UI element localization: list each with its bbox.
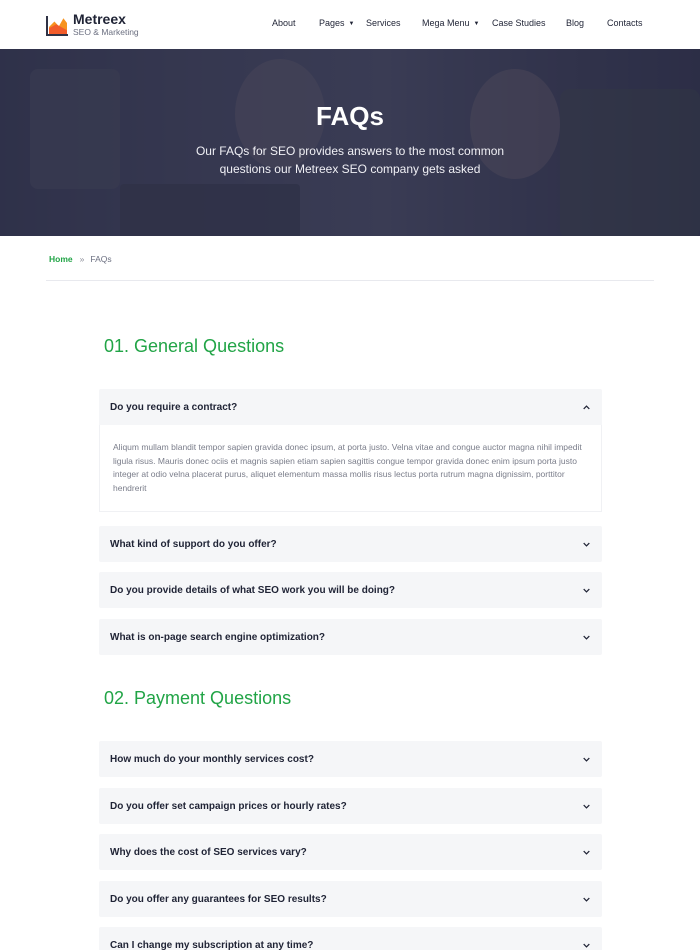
faq-item: Do you provide details of what SEO work …	[99, 572, 602, 608]
faq-answer: Aliqum mullam blandit tempor sapien grav…	[99, 425, 602, 512]
nav-item-contacts[interactable]: Contacts	[607, 18, 643, 28]
breadcrumb-current: FAQs	[90, 254, 112, 264]
nav-item-mega-menu[interactable]: Mega Menu ▼	[422, 18, 479, 28]
chevron-down-icon: ▼	[348, 21, 355, 27]
faq-toggle[interactable]: Why does the cost of SEO services vary?	[99, 834, 602, 870]
faq-toggle[interactable]: What is on-page search engine optimizati…	[99, 619, 602, 655]
faq-toggle[interactable]: Can I change my subscription at any time…	[99, 927, 602, 950]
chevron-down-icon	[582, 941, 590, 949]
faq-question: Do you offer any guarantees for SEO resu…	[110, 893, 327, 905]
faq-toggle[interactable]: How much do your monthly services cost?	[99, 741, 602, 777]
nav-item-pages[interactable]: Pages ▼	[319, 18, 354, 28]
chevron-down-icon	[582, 586, 590, 594]
faq-toggle[interactable]: Do you offer any guarantees for SEO resu…	[99, 881, 602, 917]
faq-item: Do you offer set campaign prices or hour…	[99, 788, 602, 824]
chevron-down-icon	[582, 540, 590, 548]
faq-question: Do you require a contract?	[110, 401, 238, 413]
faq-toggle[interactable]: Do you provide details of what SEO work …	[99, 572, 602, 608]
faq-question: Do you provide details of what SEO work …	[110, 584, 396, 596]
faq-question: Can I change my subscription at any time…	[110, 939, 314, 950]
faq-item: What kind of support do you offer?	[99, 526, 602, 562]
faq-question: What is on-page search engine optimizati…	[110, 631, 326, 643]
breadcrumb: Home » FAQs	[49, 254, 112, 264]
faq-item: Why does the cost of SEO services vary?	[99, 834, 602, 870]
faq-item: What is on-page search engine optimizati…	[99, 619, 602, 655]
faq-toggle[interactable]: What kind of support do you offer?	[99, 526, 602, 562]
chevron-down-icon	[582, 633, 590, 641]
faq-question: Do you offer set campaign prices or hour…	[110, 800, 347, 812]
chevron-down-icon	[582, 848, 590, 856]
section-title-payment: 02. Payment Questions	[104, 688, 292, 708]
faq-question: Why does the cost of SEO services vary?	[110, 846, 307, 858]
nav-item-case-studies[interactable]: Case Studies	[492, 18, 546, 28]
nav-item-about[interactable]: About	[272, 18, 296, 28]
breadcrumb-separator: »	[79, 254, 85, 264]
page-title: FAQs	[316, 101, 384, 131]
chevron-down-icon	[582, 895, 590, 903]
faq-question: What kind of support do you offer?	[110, 538, 277, 550]
faq-item: Do you require a contract? Aliqum mullam…	[99, 389, 602, 512]
chevron-down-icon: ▼	[473, 21, 480, 27]
faq-toggle[interactable]: Do you offer set campaign prices or hour…	[99, 788, 602, 824]
chevron-down-icon	[582, 802, 590, 810]
faq-item: How much do your monthly services cost?	[99, 741, 602, 777]
site-header: Metreex SEO & Marketing About Pages ▼ Ser…	[0, 0, 700, 49]
nav-item-blog[interactable]: Blog	[566, 18, 584, 28]
faq-item: Can I change my subscription at any time…	[99, 927, 602, 950]
hero-subtitle: Our FAQs for SEO provides answers to the…	[195, 144, 505, 176]
section-title-general: 01. General Questions	[104, 336, 285, 356]
main-nav: About Pages ▼ Services Mega Menu ▼ Case St…	[0, 18, 700, 32]
divider	[46, 280, 654, 281]
faq-item: Do you offer any guarantees for SEO resu…	[99, 881, 602, 917]
nav-item-services[interactable]: Services	[366, 18, 401, 28]
breadcrumb-home-link[interactable]: Home	[49, 254, 73, 264]
chevron-up-icon	[582, 403, 590, 411]
chevron-down-icon	[582, 755, 590, 763]
faq-question: How much do your monthly services cost?	[110, 753, 314, 765]
faq-toggle[interactable]: Do you require a contract?	[99, 389, 602, 425]
